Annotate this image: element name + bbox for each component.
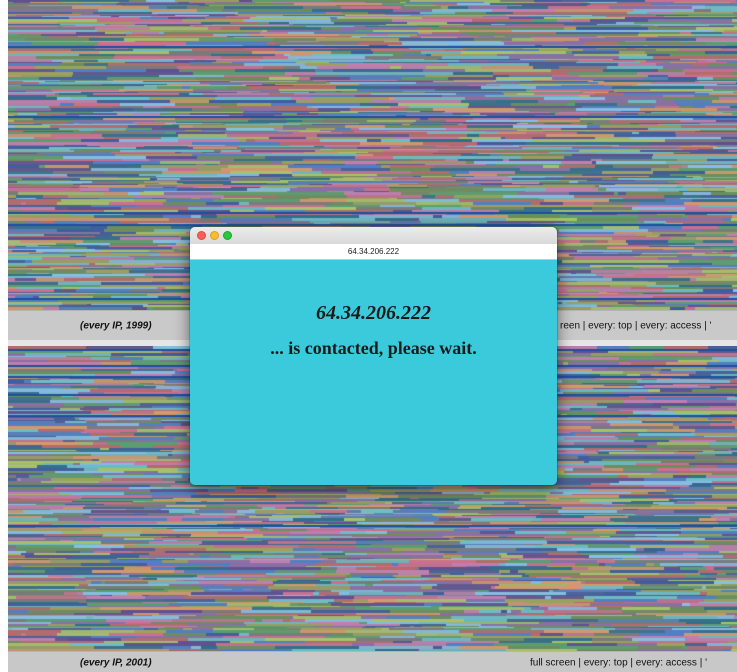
popup-status-message: ... is contacted, please wait. xyxy=(270,338,477,358)
maximize-icon[interactable] xyxy=(223,231,232,240)
popup-url-bar: 64.34.206.222 xyxy=(190,244,557,260)
caption-year-2001: (every IP, 2001) xyxy=(80,657,152,668)
caption-year-1999: (every IP, 1999) xyxy=(80,320,152,332)
close-icon[interactable] xyxy=(197,231,206,240)
minimize-icon[interactable] xyxy=(210,231,219,240)
popup-ip-address: 64.34.206.222 xyxy=(316,302,431,324)
caption-links-bottom[interactable]: full screen | every: top | every: access… xyxy=(530,657,707,668)
caption-bar-bottom: (every IP, 2001) full screen | every: to… xyxy=(8,651,737,672)
popup-content: 64.34.206.222 ... is contacted, please w… xyxy=(190,260,557,485)
popup-titlebar[interactable] xyxy=(190,227,557,244)
caption-links-top[interactable]: reen | every: top | every: access | ' xyxy=(560,321,711,332)
popup-window: 64.34.206.222 64.34.206.222 ... is conta… xyxy=(190,227,557,485)
